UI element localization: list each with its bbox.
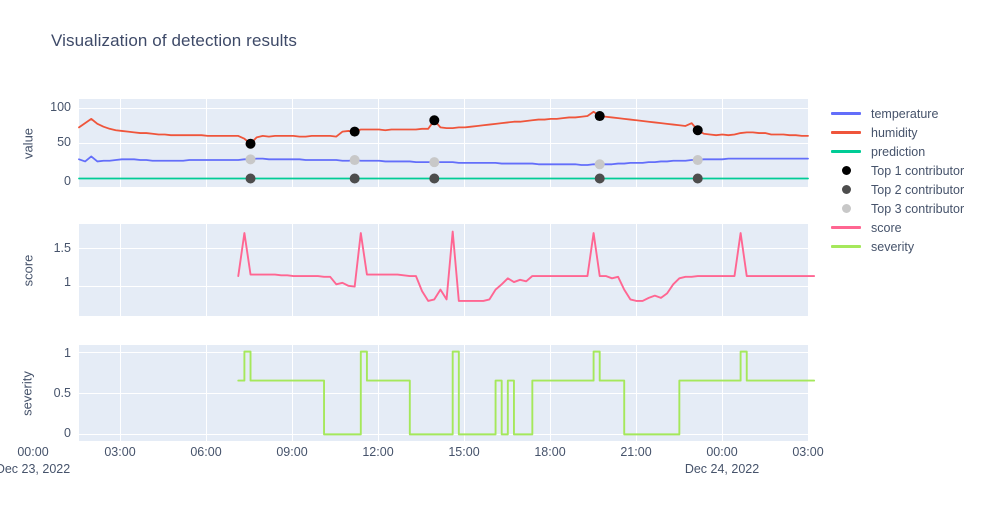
data-lines-value: [78, 99, 809, 187]
chart-legend: temperature humidity prediction Top 1 contr…: [828, 104, 983, 256]
legend-item-label: Top 2 contributor: [871, 182, 965, 197]
contributor-marker: [692, 125, 703, 136]
legend-item-severity[interactable]: severity: [828, 237, 983, 256]
x-tick-label: 15:00: [448, 445, 480, 459]
legend-item-top-2-contributor[interactable]: Top 2 contributor: [828, 180, 983, 199]
y-tick-severity-1: 0.5: [53, 386, 71, 400]
contributor-marker: [594, 111, 605, 122]
line-glyph: [831, 150, 861, 153]
series-line: [237, 350, 816, 436]
contributor-marker: [594, 173, 605, 184]
legend-line-swatch: [828, 218, 864, 237]
legend-marker-swatch: [828, 180, 864, 199]
x-tick-label: 03:00: [792, 445, 824, 459]
contributor-marker: [692, 155, 703, 166]
legend-item-label: prediction: [871, 144, 926, 159]
legend-line-swatch: [828, 104, 864, 123]
y-ticks-value: 100 50 0: [31, 99, 71, 188]
data-lines-score: [79, 224, 816, 316]
line-glyph: [831, 245, 861, 248]
legend-item-label: Top 3 contributor: [871, 201, 965, 216]
series-line: [237, 230, 816, 302]
chart-panel-severity: [79, 345, 816, 441]
x-tick-label: 18:00: [534, 445, 566, 459]
x-tick-label: 03:00: [104, 445, 136, 459]
contributor-marker: [349, 155, 360, 166]
contributor-marker: [594, 159, 605, 170]
contributor-marker: [429, 115, 440, 126]
chart-panel-score: [79, 224, 816, 316]
dot-glyph: [841, 166, 851, 175]
y-tick-value-1: 50: [57, 135, 71, 149]
dot-glyph: [841, 204, 851, 213]
chart-panel-value: [78, 99, 809, 187]
dot-glyph: [841, 185, 851, 194]
contributor-marker: [429, 157, 440, 168]
y-ticks-severity: 1 0.5 0: [31, 345, 71, 441]
contributor-marker: [429, 173, 440, 184]
x-axis-date-label: Dec 23, 2022: [0, 462, 71, 476]
y-tick-score-1: 1: [64, 275, 71, 289]
page-title: Visualization of detection results: [51, 31, 297, 50]
x-tick-label: 00:00: [17, 445, 49, 459]
y-axis-title-score: score: [20, 254, 36, 287]
y-axis-title-severity: severity: [19, 371, 35, 416]
legend-item-label: humidity: [871, 125, 918, 140]
y-tick-severity-2: 0: [64, 426, 71, 440]
y-tick-value-0: 100: [50, 100, 71, 114]
contributor-marker: [245, 138, 256, 149]
x-tick-label: 09:00: [276, 445, 308, 459]
legend-item-prediction[interactable]: prediction: [828, 142, 983, 161]
legend-item-label: score: [871, 220, 902, 235]
legend-line-swatch: [828, 142, 864, 161]
data-lines-severity: [79, 345, 816, 441]
legend-item-label: temperature: [871, 106, 939, 121]
legend-item-top-1-contributor[interactable]: Top 1 contributor: [828, 161, 983, 180]
legend-marker-swatch: [828, 199, 864, 218]
y-axis-title-value: value: [20, 127, 36, 160]
line-glyph: [831, 112, 861, 115]
contributor-marker: [245, 173, 256, 184]
x-tick-label: 12:00: [362, 445, 394, 459]
x-tick-label: 00:00: [706, 445, 738, 459]
y-tick-score-0: 1.5: [53, 241, 71, 255]
y-tick-value-2: 0: [64, 174, 71, 188]
contributor-marker: [349, 126, 360, 137]
legend-marker-swatch: [828, 161, 864, 180]
legend-item-label: severity: [871, 239, 915, 254]
x-tick-label: 06:00: [190, 445, 222, 459]
legend-line-swatch: [828, 237, 864, 256]
line-glyph: [831, 226, 861, 229]
contributor-marker: [349, 173, 360, 184]
legend-item-temperature[interactable]: temperature: [828, 104, 983, 123]
y-tick-severity-0: 1: [64, 346, 71, 360]
legend-item-humidity[interactable]: humidity: [828, 123, 983, 142]
legend-item-score[interactable]: score: [828, 218, 983, 237]
x-axis-date-label: Dec 24, 2022: [684, 462, 760, 476]
line-glyph: [831, 131, 861, 134]
y-ticks-score: 1.5 1: [31, 224, 71, 316]
legend-item-top-3-contributor[interactable]: Top 3 contributor: [828, 199, 983, 218]
legend-line-swatch: [828, 123, 864, 142]
legend-item-label: Top 1 contributor: [871, 163, 965, 178]
x-tick-label: 21:00: [620, 445, 652, 459]
contributor-marker: [245, 154, 256, 165]
contributor-marker: [692, 173, 703, 184]
